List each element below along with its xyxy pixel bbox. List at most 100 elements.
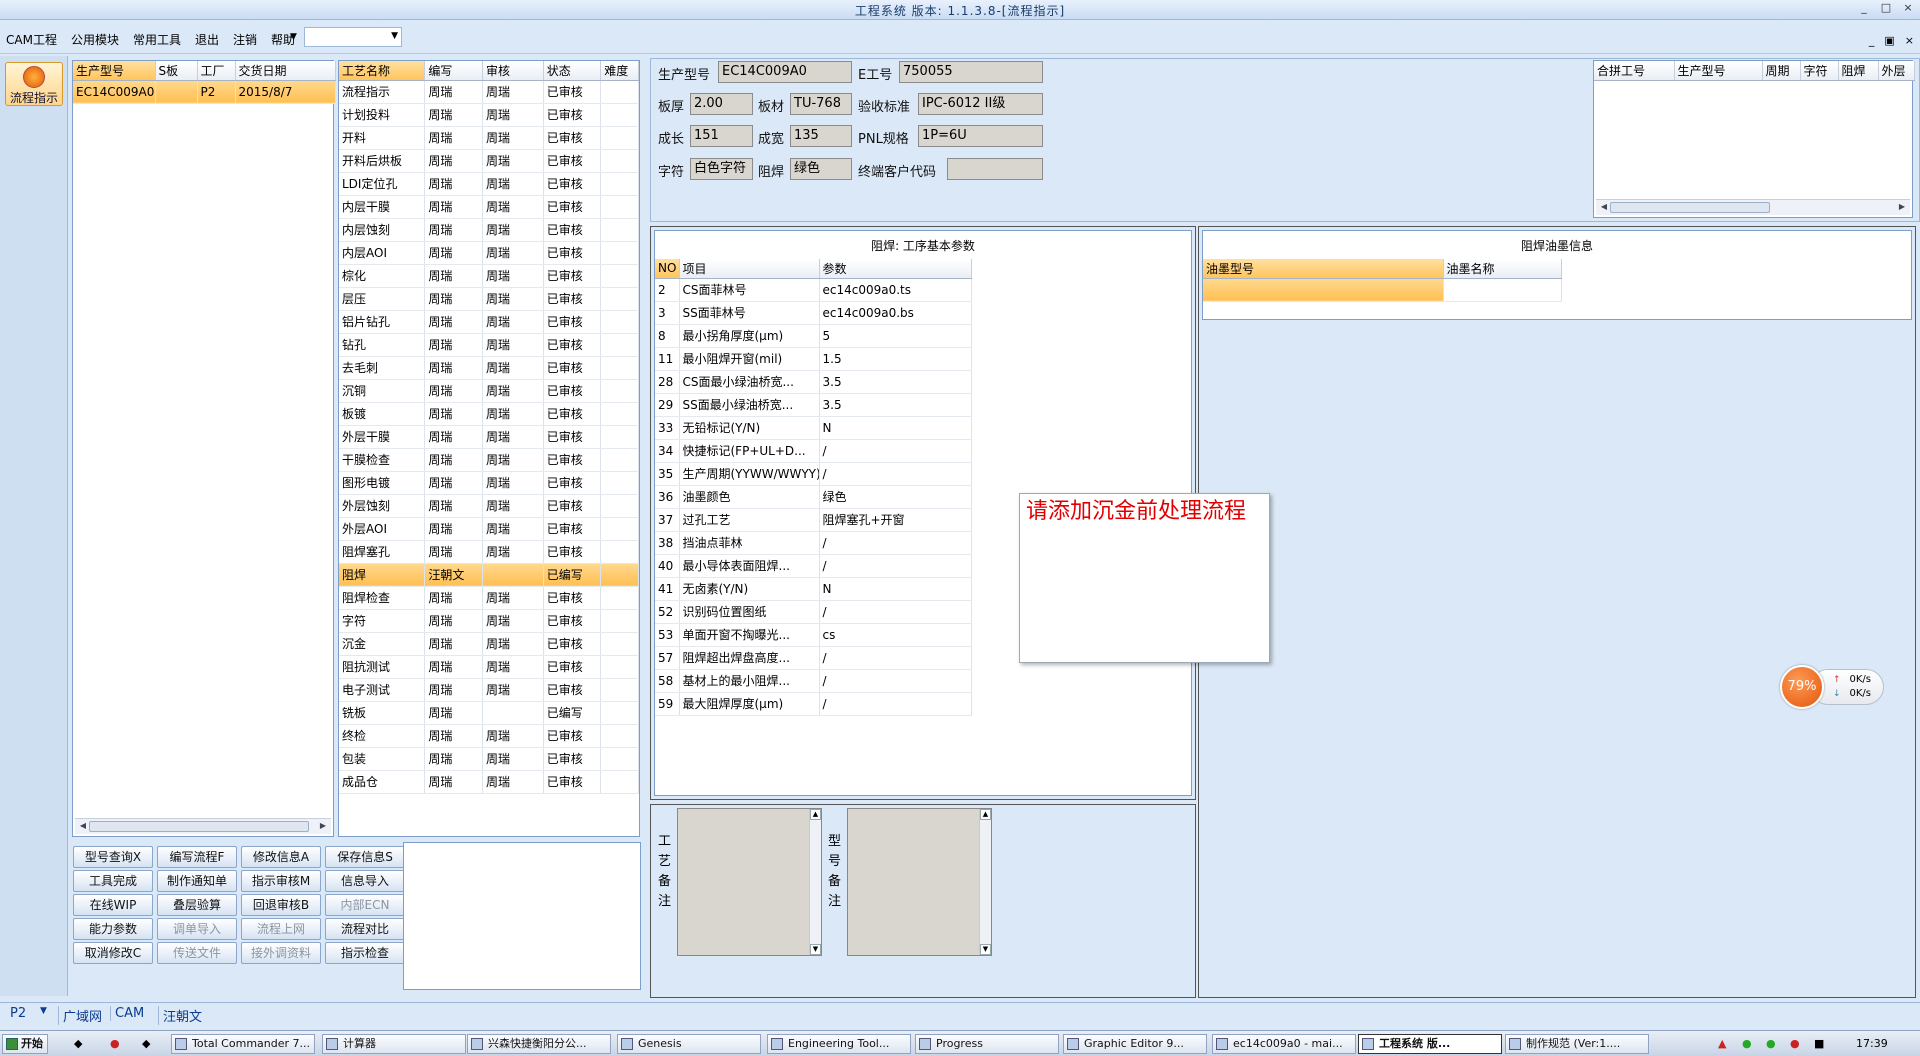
network-monitor[interactable]: ↑ 0K/s ↓ 0K/s 79%	[1780, 665, 1885, 709]
col-process-name[interactable]: 工艺名称	[339, 61, 426, 81]
table-row[interactable]	[1203, 278, 1562, 302]
col-due-date[interactable]: 交货日期	[235, 61, 336, 81]
quicklaunch-icon[interactable]: ●	[110, 1037, 120, 1050]
table-row[interactable]: 干膜检查 周瑞 周瑞 已审核	[339, 448, 639, 472]
action-button[interactable]: 编写流程F	[157, 846, 237, 868]
char-field[interactable]: 白色字符	[690, 158, 753, 180]
action-button[interactable]: 传送文件	[157, 942, 237, 964]
action-button[interactable]: 保存信息S	[325, 846, 405, 868]
scroll-down-icon[interactable]: ▼	[810, 944, 821, 955]
table-row[interactable]: 59 最大阻焊厚度(μm) /	[655, 692, 972, 716]
table-row[interactable]: 包装 周瑞 周瑞 已审核	[339, 747, 639, 771]
action-button[interactable]: 流程上网	[241, 918, 321, 940]
quicklaunch-icon[interactable]: ◆	[142, 1037, 150, 1050]
action-button[interactable]: 能力参数	[73, 918, 153, 940]
table-row[interactable]: 去毛刺 周瑞 周瑞 已审核	[339, 356, 639, 380]
table-row[interactable]: 57 阻焊超出焊盘高度... /	[655, 646, 972, 670]
factory-select[interactable]: P2	[10, 1006, 26, 1021]
table-row[interactable]: 内层AOI 周瑞 周瑞 已审核	[339, 241, 639, 265]
maximize-button[interactable]: □	[1880, 1, 1892, 14]
col-value[interactable]: 参数	[819, 259, 972, 279]
scroll-left-icon[interactable]: ◀	[1598, 202, 1610, 211]
action-button[interactable]: 制作通知单	[157, 870, 237, 892]
table-row[interactable]: 计划投料 周瑞 周瑞 已审核	[339, 103, 639, 127]
action-button[interactable]: 指示检查	[325, 942, 405, 964]
taskbar-item[interactable]: Total Commander 7...	[171, 1034, 315, 1054]
reminder-popup[interactable]: 请添加沉金前处理流程	[1019, 493, 1270, 663]
table-row[interactable]: 外层蚀刻 周瑞 周瑞 已审核	[339, 494, 639, 518]
action-button[interactable]: 接外调资料	[241, 942, 321, 964]
table-row[interactable]: 28 CS面最小绿油桥宽... 3.5	[655, 370, 972, 394]
scroll-thumb[interactable]	[1610, 202, 1770, 213]
help-dropdown-icon[interactable]: ▼	[290, 32, 297, 42]
table-row[interactable]: 板镀 周瑞 周瑞 已审核	[339, 402, 639, 426]
table-row[interactable]: EC14C009A0 P2 2015/8/7	[73, 80, 336, 104]
col-s-board[interactable]: S板	[155, 61, 198, 81]
chevron-down-icon[interactable]: ▼	[40, 1006, 47, 1016]
taskbar-item[interactable]: Engineering Tool...	[767, 1034, 911, 1054]
model-remark-input[interactable]: ▲ ▼	[847, 808, 992, 956]
col-no[interactable]: NO	[655, 259, 680, 279]
table-row[interactable]: 开料 周瑞 周瑞 已审核	[339, 126, 639, 150]
taskbar-item[interactable]: 计算器	[322, 1034, 466, 1054]
remark-vscrollbar[interactable]: ▲ ▼	[809, 809, 821, 955]
col-ink-model[interactable]: 油墨型号	[1203, 259, 1444, 279]
action-button[interactable]: 叠层验算	[157, 894, 237, 916]
tray-icon[interactable]: ■	[1814, 1037, 1824, 1050]
col-item[interactable]: 项目	[679, 259, 820, 279]
merge-hscrollbar[interactable]: ◀ ▶	[1596, 199, 1910, 215]
table-row[interactable]: LDI定位孔 周瑞 周瑞 已审核	[339, 172, 639, 196]
table-row[interactable]: 阻焊塞孔 周瑞 周瑞 已审核	[339, 540, 639, 564]
tray-icon[interactable]: ▲	[1718, 1037, 1726, 1050]
quicklaunch-icon[interactable]: ◆	[74, 1037, 82, 1050]
col-merge-mask[interactable]: 阻焊	[1838, 61, 1879, 81]
remark-vscrollbar[interactable]: ▲ ▼	[979, 809, 991, 955]
taskbar-item[interactable]: 兴森快捷衡阳分公...	[467, 1034, 611, 1054]
table-row[interactable]: 阻焊检查 周瑞 周瑞 已审核	[339, 586, 639, 610]
scroll-right-icon[interactable]: ▶	[317, 821, 329, 830]
order-hscrollbar[interactable]: ◀ ▶	[75, 818, 331, 834]
menu-exit[interactable]: 退出	[195, 31, 219, 48]
scroll-right-icon[interactable]: ▶	[1896, 202, 1908, 211]
col-prod-model[interactable]: 生产型号	[73, 61, 156, 81]
table-row[interactable]: 字符 周瑞 周瑞 已审核	[339, 609, 639, 633]
table-row[interactable]: 层压 周瑞 周瑞 已审核	[339, 287, 639, 311]
menu-logout[interactable]: 注销	[233, 31, 257, 48]
table-row[interactable]: 38 挡油点菲林 /	[655, 531, 972, 555]
table-row[interactable]: 铣板 周瑞 已编写	[339, 701, 639, 725]
taskbar-item[interactable]: Progress	[915, 1034, 1059, 1054]
col-difficulty[interactable]: 难度	[600, 61, 639, 81]
table-row[interactable]: 内层干膜 周瑞 周瑞 已审核	[339, 195, 639, 219]
table-row[interactable]: 成品仓 周瑞 周瑞 已审核	[339, 770, 639, 794]
menu-combo[interactable]: ▼	[304, 27, 402, 47]
col-merge-cycle[interactable]: 周期	[1762, 61, 1801, 81]
table-row[interactable]: 41 无卤素(Y/N) N	[655, 577, 972, 601]
action-button[interactable]: 取消修改C	[73, 942, 153, 964]
pnl-field[interactable]: 1P=6U	[918, 125, 1043, 147]
table-row[interactable]: 58 基材上的最小阻焊... /	[655, 669, 972, 693]
mdi-minimize-button[interactable]: _	[1869, 34, 1875, 47]
col-merge-char[interactable]: 字符	[1800, 61, 1839, 81]
taskbar-item[interactable]: 工程系统 版...	[1358, 1034, 1502, 1054]
taskbar-item[interactable]: Genesis	[617, 1034, 761, 1054]
flow-indicate-button[interactable]: 流程指示	[5, 62, 63, 106]
mdi-close-button[interactable]: ×	[1905, 34, 1914, 47]
action-button[interactable]: 回退审核B	[241, 894, 321, 916]
col-factory[interactable]: 工厂	[197, 61, 236, 81]
table-row[interactable]: 11 最小阻焊开窗(mil) 1.5	[655, 347, 972, 371]
mdi-restore-button[interactable]: ▣	[1884, 34, 1894, 47]
menu-common[interactable]: 公用模块	[71, 31, 119, 48]
tray-icon[interactable]: ●	[1790, 1037, 1800, 1050]
taskbar-item[interactable]: ec14c009a0 - mai...	[1212, 1034, 1356, 1054]
table-row[interactable]: 29 SS面最小绿油桥宽... 3.5	[655, 393, 972, 417]
table-row[interactable]: 外层干膜 周瑞 周瑞 已审核	[339, 425, 639, 449]
accept-field[interactable]: IPC-6012 II级	[918, 93, 1043, 115]
table-row[interactable]: 棕化 周瑞 周瑞 已审核	[339, 264, 639, 288]
table-row[interactable]: 阻焊 汪朝文 已编写	[339, 563, 639, 587]
action-button[interactable]: 信息导入	[325, 870, 405, 892]
cust-field[interactable]	[947, 158, 1043, 180]
tray-icon[interactable]: ●	[1766, 1037, 1776, 1050]
action-button[interactable]: 流程对比	[325, 918, 405, 940]
table-row[interactable]: 沉金 周瑞 周瑞 已审核	[339, 632, 639, 656]
table-row[interactable]: 钻孔 周瑞 周瑞 已审核	[339, 333, 639, 357]
